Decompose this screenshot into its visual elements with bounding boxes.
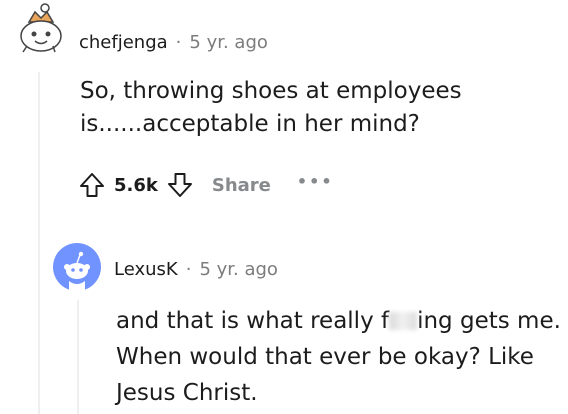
comment-text-before-censor: and that is what really f [116, 308, 390, 334]
comment-author[interactable]: LexusK [114, 259, 178, 280]
censor-blur [389, 312, 418, 330]
comment-author[interactable]: chefjenga [79, 32, 168, 53]
comment-header: LexusK · 5 yr. ago [114, 256, 278, 282]
share-button[interactable]: Share [212, 175, 271, 196]
thread-line[interactable] [77, 300, 79, 414]
vote-score: 5.6k [114, 174, 158, 196]
avatar[interactable] [53, 243, 101, 291]
meta-separator: · [175, 31, 182, 53]
comment-header: chefjenga · 5 yr. ago [79, 29, 268, 55]
comment-actions: 5.6k Share ••• [78, 167, 334, 203]
avatar[interactable] [15, 2, 63, 58]
upvote-icon[interactable] [78, 171, 106, 199]
more-options-icon[interactable]: ••• [297, 172, 334, 191]
thread-line[interactable] [38, 72, 40, 414]
meta-separator: · [185, 258, 192, 280]
comment-body: So, throwing shoes at employees is......… [80, 78, 462, 137]
downvote-icon[interactable] [166, 171, 194, 199]
comment-timestamp[interactable]: 5 yr. ago [199, 259, 278, 280]
comment-timestamp[interactable]: 5 yr. ago [189, 32, 268, 53]
comment-body: and that is what really f ing gets me. Wh… [116, 303, 566, 411]
snoo-chef-avatar-icon [20, 3, 62, 53]
snoo-avatar-icon [53, 243, 101, 291]
